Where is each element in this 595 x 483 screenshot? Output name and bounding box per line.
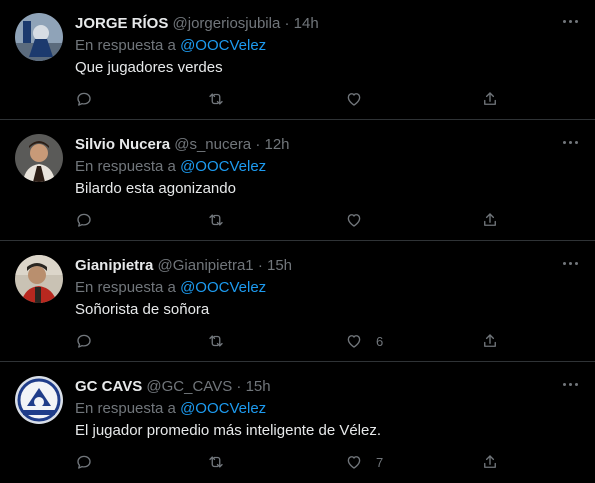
timestamp[interactable]: 12h xyxy=(265,136,290,153)
reply-button[interactable] xyxy=(75,452,93,472)
retweet-icon xyxy=(209,335,223,347)
reply-button[interactable] xyxy=(75,89,93,109)
like-count: 7 xyxy=(376,454,384,470)
timestamp[interactable]: 15h xyxy=(246,378,271,395)
retweet-icon xyxy=(209,93,223,105)
reply-icon xyxy=(77,455,91,469)
avatar[interactable] xyxy=(15,134,63,182)
more-icon[interactable] xyxy=(559,254,581,272)
retweet-icon xyxy=(209,456,223,468)
display-name[interactable]: Silvio Nucera xyxy=(75,136,170,153)
share-icon xyxy=(484,455,496,468)
separator-dot: · xyxy=(236,378,242,395)
more-icon[interactable] xyxy=(559,375,581,393)
replying-prefix: En respuesta a xyxy=(75,400,176,417)
display-name[interactable]: Gianipietra xyxy=(75,257,153,274)
like-count: 6 xyxy=(376,333,384,349)
reply-icon xyxy=(77,92,91,106)
reply-button[interactable] xyxy=(75,210,93,230)
retweet-button[interactable] xyxy=(207,331,225,351)
avatar[interactable] xyxy=(15,255,63,303)
avatar[interactable] xyxy=(15,13,63,61)
separator-dot: · xyxy=(284,15,290,32)
retweet-icon xyxy=(209,214,223,226)
avatar[interactable] xyxy=(15,376,63,424)
tweet-text: El jugador promedio más inteligente de V… xyxy=(75,422,382,439)
reply-tweet[interactable]: Gianipietra @Gianipietra1 · 15h En respu… xyxy=(0,242,595,362)
user-handle[interactable]: @jorgeriosjubila xyxy=(173,15,281,32)
replying-prefix: En respuesta a xyxy=(75,279,176,296)
replying-to-line: En respuesta a @OOCVelez xyxy=(75,278,266,298)
timestamp[interactable]: 15h xyxy=(267,257,292,274)
retweet-button[interactable] xyxy=(207,210,225,230)
replying-to-line: En respuesta a @OOCVelez xyxy=(75,399,266,419)
share-button[interactable] xyxy=(481,89,499,109)
tweet-text: Bilardo esta agonizando xyxy=(75,180,236,197)
mention-link[interactable]: @OOCVelez xyxy=(180,37,266,54)
display-name[interactable]: JORGE RÍOS xyxy=(75,15,168,32)
tweet-header: GC CAVS @GC_CAVS · 15h xyxy=(75,377,535,397)
like-button[interactable] xyxy=(345,89,376,109)
display-name[interactable]: GC CAVS xyxy=(75,378,142,395)
heart-icon xyxy=(347,93,361,106)
separator-dot: · xyxy=(255,136,261,153)
retweet-button[interactable] xyxy=(207,89,225,109)
mention-link[interactable]: @OOCVelez xyxy=(180,400,266,417)
more-icon[interactable] xyxy=(559,12,581,30)
share-button[interactable] xyxy=(481,331,499,351)
like-button[interactable] xyxy=(345,210,376,230)
heart-icon xyxy=(347,214,361,227)
replying-to-line: En respuesta a @OOCVelez xyxy=(75,157,266,177)
share-icon xyxy=(484,92,496,105)
replying-prefix: En respuesta a xyxy=(75,158,176,175)
replying-to-line: En respuesta a @OOCVelez xyxy=(75,36,266,56)
timestamp[interactable]: 14h xyxy=(294,15,319,32)
action-bar xyxy=(75,210,515,230)
tweet-text: Soñorista de soñora xyxy=(75,301,210,318)
reply-icon xyxy=(77,213,91,227)
mention-link[interactable]: @OOCVelez xyxy=(180,279,266,296)
reply-tweet[interactable]: GC CAVS @GC_CAVS · 15h En respuesta a @O… xyxy=(0,363,595,483)
action-bar: 6 xyxy=(75,331,515,351)
user-handle[interactable]: @GC_CAVS xyxy=(146,378,232,395)
tweet-text: Que jugadores verdes xyxy=(75,59,223,76)
reply-button[interactable] xyxy=(75,331,93,351)
share-button[interactable] xyxy=(481,452,499,472)
heart-icon xyxy=(347,456,361,469)
tweet-header: Silvio Nucera @s_nucera · 12h xyxy=(75,135,535,155)
like-button[interactable]: 7 xyxy=(345,452,383,472)
action-bar: 7 xyxy=(75,452,515,472)
user-handle[interactable]: @s_nucera xyxy=(174,136,251,153)
action-bar xyxy=(75,89,515,109)
user-handle[interactable]: @Gianipietra1 xyxy=(158,257,254,274)
share-icon xyxy=(484,334,496,347)
tweet-header: JORGE RÍOS @jorgeriosjubila · 14h xyxy=(75,14,535,34)
like-button[interactable]: 6 xyxy=(345,331,383,351)
reply-icon xyxy=(77,334,91,348)
replying-prefix: En respuesta a xyxy=(75,37,176,54)
share-button[interactable] xyxy=(481,210,499,230)
share-icon xyxy=(484,213,496,226)
retweet-button[interactable] xyxy=(207,452,225,472)
mention-link[interactable]: @OOCVelez xyxy=(180,158,266,175)
more-icon[interactable] xyxy=(559,133,581,151)
reply-tweet[interactable]: JORGE RÍOS @jorgeriosjubila · 14h En res… xyxy=(0,0,595,120)
separator-dot: · xyxy=(257,257,263,274)
reply-tweet[interactable]: Silvio Nucera @s_nucera · 12h En respues… xyxy=(0,121,595,241)
tweet-header: Gianipietra @Gianipietra1 · 15h xyxy=(75,256,535,276)
heart-icon xyxy=(347,335,361,348)
